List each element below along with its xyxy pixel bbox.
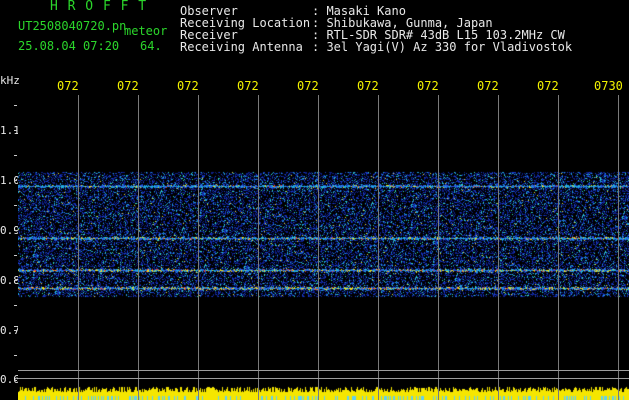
y-tick (14, 230, 17, 231)
gridline (198, 95, 199, 400)
reference-line (18, 378, 629, 379)
y-tick (14, 280, 17, 281)
time-label: 072 (537, 79, 559, 93)
time-label: 072 (57, 79, 79, 93)
y-tick (14, 255, 17, 256)
time-label: 072 (297, 79, 319, 93)
time-label: 072 (237, 79, 259, 93)
y-tick (14, 305, 17, 306)
time-label: 072 (357, 79, 379, 93)
reference-line (18, 370, 629, 371)
time-label: 072 (417, 79, 439, 93)
gridline (498, 95, 499, 400)
gridline (558, 95, 559, 400)
y-tick (14, 205, 17, 206)
y-tick (14, 130, 17, 131)
type-label: meteor (124, 24, 168, 38)
gridline (78, 95, 79, 400)
y-tick (14, 155, 17, 156)
spectrogram (18, 92, 629, 400)
time-label: 072 (117, 79, 139, 93)
y-unit-label: kHz (0, 74, 20, 87)
gridline (138, 95, 139, 400)
antenna-label: Receiving Antenna (180, 40, 303, 54)
gridline (318, 95, 319, 400)
time-label: 072 (477, 79, 499, 93)
time-label: 072 (177, 79, 199, 93)
antenna-value: : 3el Yagi(V) Az 330 for Vladivostok (312, 40, 573, 54)
time-label: 0730 (594, 79, 623, 93)
gridline (618, 95, 619, 400)
gridline (258, 95, 259, 400)
y-tick (14, 355, 17, 356)
y-tick (14, 180, 17, 181)
y-tick (14, 380, 17, 381)
count-label: 64. (140, 39, 162, 53)
filename-label: UT2508040720.pn (18, 19, 127, 33)
gridline (438, 95, 439, 400)
gridline (378, 95, 379, 400)
y-tick (14, 105, 17, 106)
y-tick (14, 330, 17, 331)
datetime-label: 25.08.04 07:20 (18, 39, 120, 53)
hrofft-title: H R O F F T (50, 0, 148, 14)
